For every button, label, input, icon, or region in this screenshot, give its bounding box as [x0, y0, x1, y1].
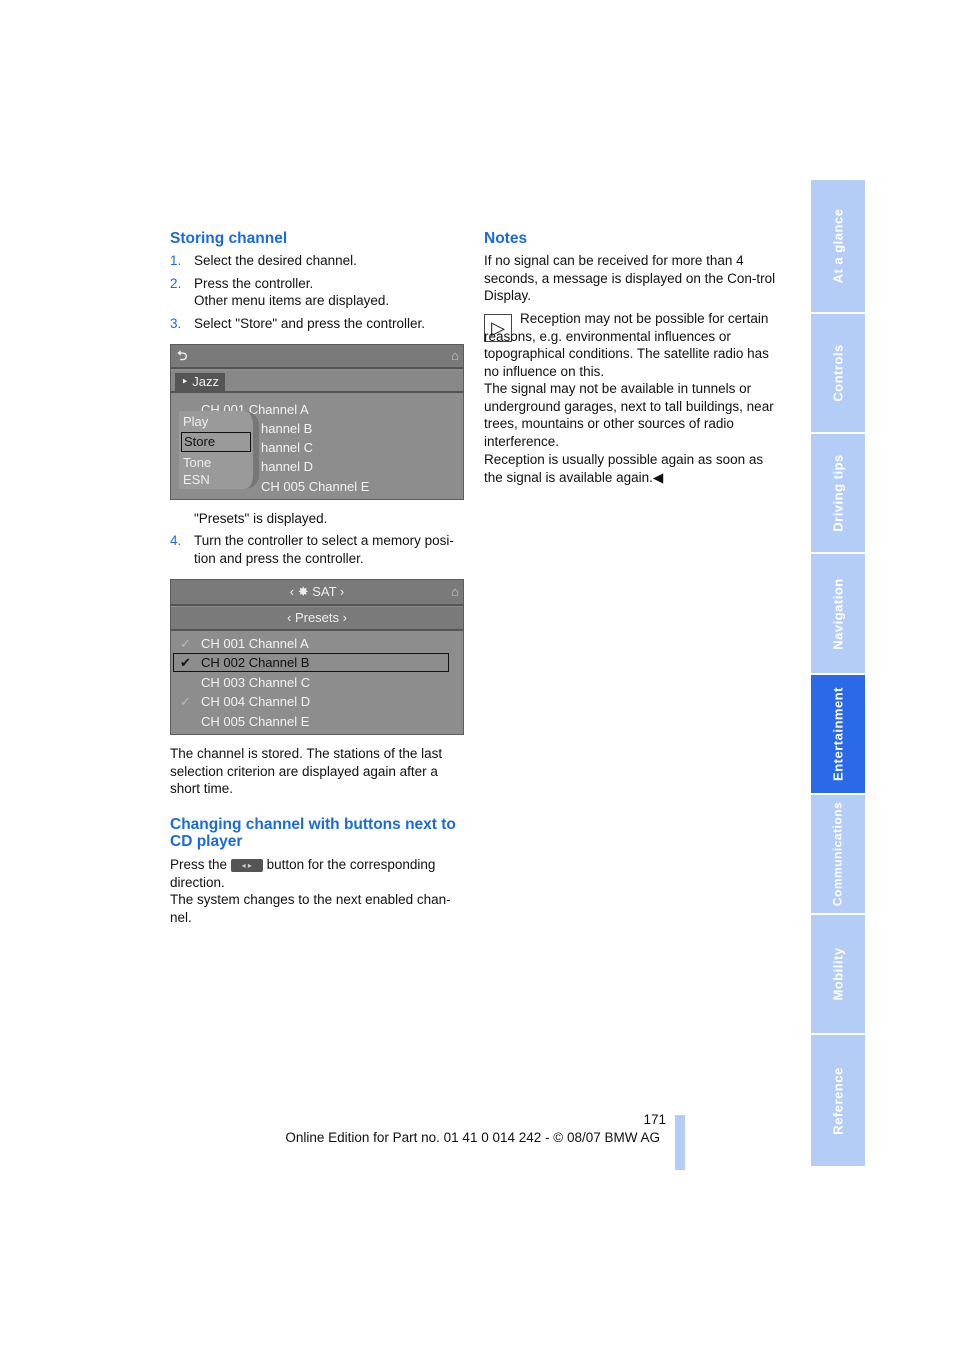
check-icon: ✔: [180, 655, 191, 670]
control-display-presets: ‹ ✸ SAT › ⌂ ‹ Presets › CH 001 Channel A …: [170, 579, 464, 735]
changing-channel-heading: Changing channel with buttons next to CD…: [170, 816, 456, 850]
seek-button-icon: ◂ ▸: [230, 858, 263, 872]
notes-heading: Notes: [484, 230, 528, 247]
step-2-sub: Other menu items are displayed.: [194, 293, 390, 308]
storing-channel-heading: Storing channel: [170, 230, 288, 247]
step-4: 4. Turn the controller to select a memory…: [170, 533, 454, 566]
tab-driving-tips[interactable]: Driving tips: [811, 434, 865, 552]
page-number: 171: [643, 1112, 666, 1127]
manual-page: Storing channel 1. Select the desired cha…: [0, 0, 954, 1350]
home-icon: ⌂: [451, 348, 459, 363]
page-marker: [675, 1115, 685, 1170]
menu-item-store[interactable]: Store: [181, 432, 251, 452]
title-bar: ⮌ ⌂: [171, 345, 463, 369]
step-3: 3. Select "Store" and press the controlle…: [170, 316, 425, 331]
presets-label: Presets: [294, 610, 340, 625]
tab-navigation[interactable]: Navigation: [811, 554, 865, 673]
channel-row: CH 005 Channel E: [261, 479, 370, 494]
source-label: SAT: [312, 584, 337, 599]
title-bar: ‹ ✸ SAT › ⌂: [171, 580, 463, 606]
tab-reference[interactable]: Reference: [811, 1035, 865, 1166]
edition-footer: Online Edition for Part no. 01 41 0 014 …: [285, 1130, 660, 1145]
notes-paragraph: If no signal can be received for more th…: [484, 253, 776, 303]
channel-row[interactable]: CH 003 Channel C: [201, 674, 310, 692]
menu-item-play[interactable]: Play: [183, 413, 208, 431]
notes-paragraph: Reception is usually possible again as s…: [484, 452, 764, 485]
menu-item-tone[interactable]: Tone: [183, 454, 211, 472]
channel-row[interactable]: CH 004 Channel D: [201, 693, 310, 711]
step-2: 2. Press the controller.: [170, 276, 314, 291]
notes-paragraph: The signal may not be available in tunne…: [484, 381, 774, 449]
press-text: Press the ◂ ▸ button for the correspondi…: [170, 857, 436, 890]
end-mark-icon: ◀: [652, 469, 664, 485]
home-icon: ⌂: [451, 584, 459, 599]
stored-text: The channel is stored. The stations of t…: [170, 746, 443, 796]
jazz-label: ‣ Jazz: [175, 373, 226, 391]
channel-row: hannel B: [261, 421, 313, 436]
back-icon: ⮌: [177, 348, 188, 363]
check-icon: ✓: [180, 694, 191, 709]
step-1: 1. Select the desired channel.: [170, 253, 357, 268]
tab-at-a-glance[interactable]: At a glance: [811, 180, 865, 312]
channel-row[interactable]: CH 001 Channel A: [201, 635, 309, 653]
check-icon: ✓: [180, 636, 191, 651]
channel-row: hannel D: [261, 459, 314, 474]
tab-mobility[interactable]: Mobility: [811, 915, 865, 1033]
control-display-store-menu: ⮌ ⌂ ‣ Jazz CH 001 Channel A hannel B hann…: [170, 344, 464, 500]
tab-controls[interactable]: Controls: [811, 314, 865, 432]
presets-text: "Presets" is displayed.: [194, 511, 328, 526]
channel-row[interactable]: CH 002 Channel B: [201, 654, 309, 672]
tab-entertainment[interactable]: Entertainment: [811, 675, 865, 793]
system-changes-text: The system changes to the next enabled c…: [170, 892, 451, 925]
channel-row[interactable]: CH 005 Channel E: [201, 713, 309, 731]
channel-row: hannel C: [261, 440, 314, 455]
popup-menu: Play Store Tone ESN: [179, 411, 259, 489]
notes-paragraph: Reception may not be possible for certai…: [484, 311, 769, 379]
menu-item-esn[interactable]: ESN: [183, 471, 210, 489]
tab-communications[interactable]: Communications: [811, 795, 865, 913]
